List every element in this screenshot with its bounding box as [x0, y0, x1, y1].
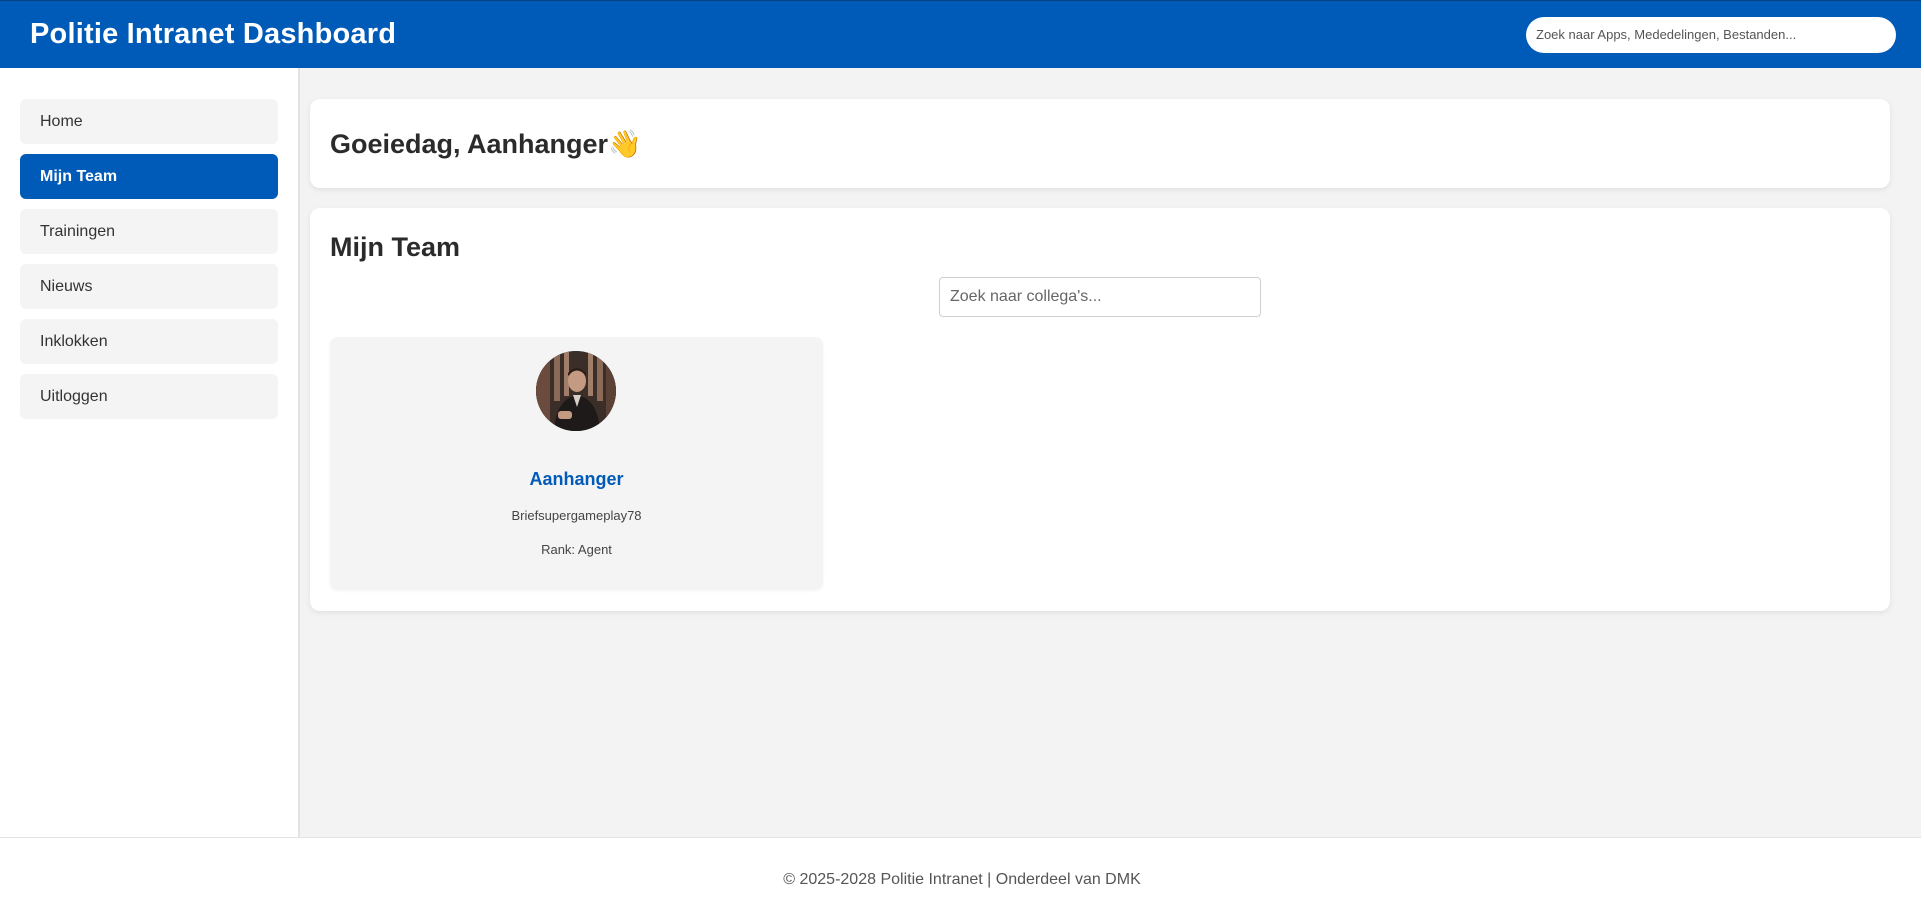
avatar — [536, 351, 616, 431]
sidebar-item-mijn-team[interactable]: Mijn Team — [20, 154, 278, 199]
sidebar-item-nieuws[interactable]: Nieuws — [20, 264, 278, 309]
team-card: Mijn Team Aanhanger — [310, 208, 1890, 611]
sidebar-item-inklokken[interactable]: Inklokken — [20, 319, 278, 364]
sidebar: Home Mijn Team Trainingen Nieuws Inklokk… — [0, 68, 300, 837]
top-bar: Politie Intranet Dashboard — [0, 0, 1924, 68]
global-search-input[interactable] — [1526, 16, 1896, 53]
team-title: Mijn Team — [330, 232, 461, 262]
member-name[interactable]: Aanhanger — [330, 469, 823, 490]
greeting-card: Goeiedag, Aanhanger👋 — [310, 99, 1890, 188]
member-username: Briefsupergameplay78 — [511, 508, 642, 523]
footer: © 2025-2028 Politie Intranet | Onderdeel… — [0, 837, 1924, 921]
sidebar-item-trainingen[interactable]: Trainingen — [20, 209, 278, 254]
sidebar-item-uitloggen[interactable]: Uitloggen — [20, 374, 278, 419]
colleague-search-input[interactable] — [939, 277, 1261, 317]
sidebar-item-home[interactable]: Home — [20, 99, 278, 144]
avatar-photo — [536, 351, 616, 431]
footer-text: © 2025-2028 Politie Intranet | Onderdeel… — [783, 870, 1141, 888]
member-rank: Rank: Agent — [541, 542, 612, 557]
app-title: Politie Intranet Dashboard — [30, 18, 397, 50]
main-content: Goeiedag, Aanhanger👋 Mijn Team Zoek naar… — [310, 99, 1890, 611]
team-member-card[interactable]: Aanhanger Briefsupergameplay78 Rank: Age… — [330, 337, 823, 590]
greeting-heading: Goeiedag, Aanhanger👋 — [330, 128, 642, 159]
